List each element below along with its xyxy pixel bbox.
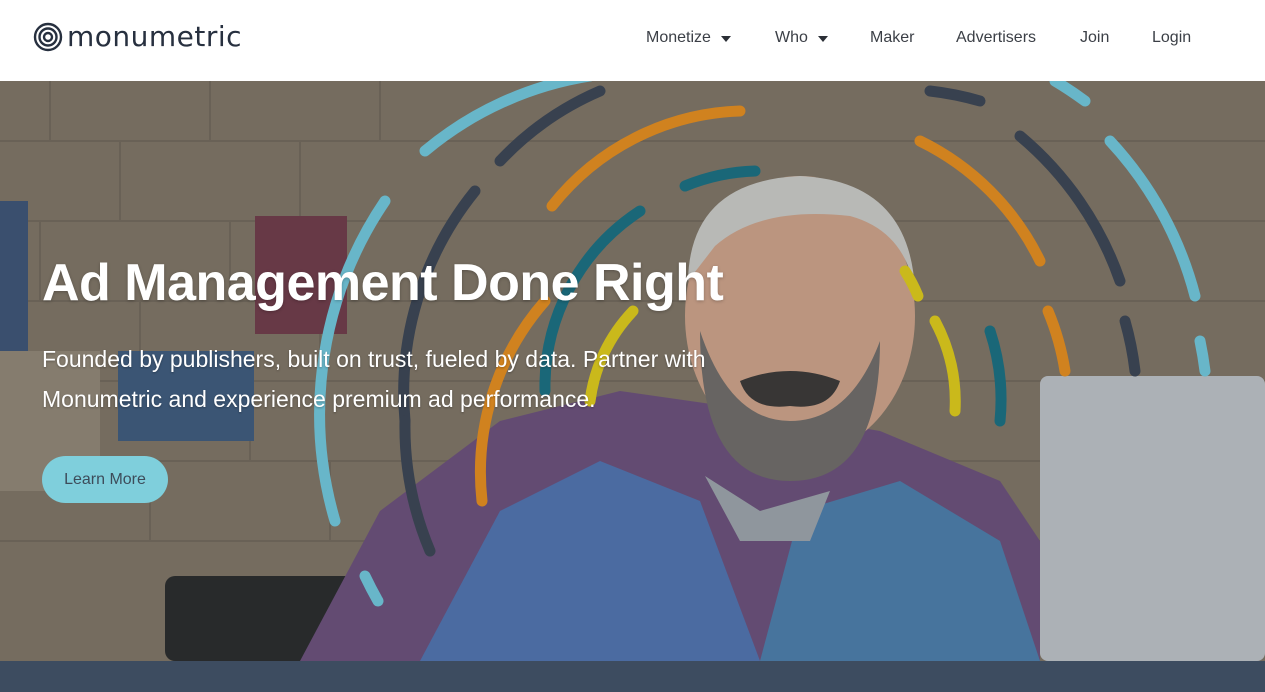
chevron-down-icon [817, 36, 828, 42]
nav-label: Join [1080, 29, 1110, 46]
nav-label: Maker [870, 29, 915, 46]
hero-section: Ad Management Done Right Founded by publ… [0, 81, 1265, 661]
chevron-down-icon [720, 36, 731, 42]
learn-more-button[interactable]: Learn More [42, 456, 168, 503]
site-header: monumetric Monetize Who Maker Advertiser… [0, 0, 1265, 81]
nav-item-who[interactable]: Who [775, 26, 828, 50]
nav-label: Who [775, 29, 808, 46]
nav-item-join[interactable]: Join [1080, 26, 1109, 50]
nav-item-login[interactable]: Login [1152, 26, 1191, 50]
nav-item-advertisers[interactable]: Advertisers [956, 26, 1036, 50]
nav-label: Advertisers [956, 29, 1037, 46]
nav-item-maker[interactable]: Maker [870, 26, 914, 50]
main-nav: Monetize Who Maker Advertisers Join Logi… [0, 26, 1265, 50]
nav-item-monetize[interactable]: Monetize [646, 26, 731, 50]
nav-label: Login [1152, 29, 1192, 46]
hero-subtitle: Founded by publishers, built on trust, f… [42, 346, 706, 412]
nav-label: Monetize [646, 29, 711, 46]
hero-title: Ad Management Done Right [42, 254, 724, 312]
section-divider-bar [0, 661, 1265, 692]
